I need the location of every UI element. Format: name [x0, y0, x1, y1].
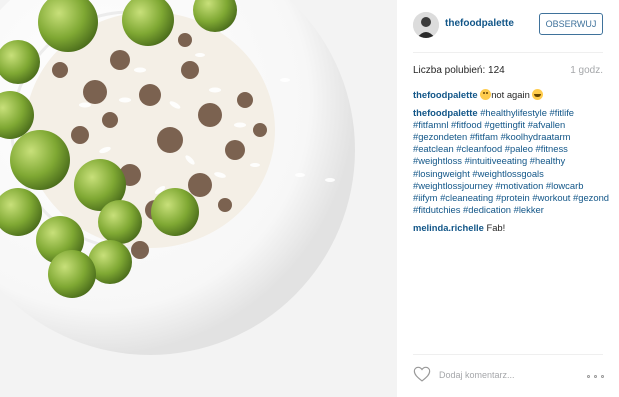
hashtag-comment: thefoodpalette #healthylifestyle #fitlif…	[413, 107, 609, 216]
hashtag-link[interactable]: #losingweight	[413, 168, 470, 179]
hashtag-list: #healthylifestyle #fitlife #fitfamnl #fi…	[413, 107, 609, 215]
hashtag-link[interactable]: #fitfamnl	[413, 119, 448, 130]
post-footer	[397, 356, 619, 397]
hashtag-link[interactable]: #afvallen	[528, 119, 566, 130]
username-link[interactable]: thefoodpalette	[445, 18, 514, 29]
hashtag-link[interactable]: #iifym	[413, 192, 437, 203]
comment-username[interactable]: thefoodpalette	[413, 107, 478, 118]
hashtag-link[interactable]: #gezond	[573, 192, 609, 203]
hashtag-link[interactable]: #fitlife	[550, 107, 575, 118]
comment-username[interactable]: melinda.richelle	[413, 222, 484, 233]
hashtag-link[interactable]: #healthylifestyle	[480, 107, 547, 118]
comment-input[interactable]	[439, 368, 579, 382]
hashtag-link[interactable]: #protein	[496, 192, 530, 203]
avatar[interactable]	[413, 12, 439, 38]
hashtag-link[interactable]: #lekker	[514, 204, 544, 215]
hashtag-link[interactable]: #cleaneating	[440, 192, 493, 203]
hashtag-link[interactable]: #eatclean	[413, 143, 454, 154]
hashtag-link[interactable]: #fitness	[536, 143, 568, 154]
hashtag-link[interactable]: #paleo	[505, 143, 533, 154]
post-side-panel: thefoodpalette OBSERWUJ Liczba polubień:…	[397, 0, 619, 397]
hashtag-link[interactable]: #motivation	[495, 180, 543, 191]
header-divider	[413, 52, 603, 53]
food-image	[0, 0, 397, 397]
grinning-face-emoji-icon	[532, 89, 544, 100]
hashtag-link[interactable]: #weightlossjourney	[413, 180, 493, 191]
comment-username[interactable]: thefoodpalette	[413, 89, 478, 100]
hashtag-link[interactable]: #cleanfood	[456, 143, 502, 154]
weary-face-emoji-icon	[480, 89, 492, 100]
reply-comment: melinda.richelle Fab!	[413, 222, 609, 234]
caption-text: not again	[491, 89, 530, 100]
hashtag-link[interactable]: #gettingfit	[484, 119, 525, 130]
hashtag-link[interactable]: #fitfood	[451, 119, 482, 130]
post-time: 1 godz.	[570, 65, 603, 76]
footer-divider	[413, 354, 603, 355]
post-photo[interactable]	[0, 0, 397, 397]
comment-list: thefoodpalette not again thefoodpalette …	[413, 89, 609, 240]
follow-button[interactable]: OBSERWUJ	[539, 13, 603, 35]
reply-text: Fab!	[486, 221, 506, 233]
hashtag-link[interactable]: #koolhydraatarm	[501, 131, 571, 142]
hashtag-link[interactable]: #workout	[532, 192, 570, 203]
more-options-icon[interactable]	[587, 374, 605, 380]
heart-icon[interactable]	[413, 366, 431, 382]
hashtag-link[interactable]: #intuitiveeating	[465, 155, 528, 166]
hashtag-link[interactable]: #weightlossgoals	[472, 168, 543, 179]
hashtag-link[interactable]: #fitfam	[470, 131, 498, 142]
caption-comment: thefoodpalette not again	[413, 89, 609, 101]
hashtag-link[interactable]: #lowcarb	[546, 180, 584, 191]
hashtag-link[interactable]: #fitdutchies	[413, 204, 460, 215]
post-header: thefoodpalette OBSERWUJ	[397, 0, 619, 52]
hashtag-link[interactable]: #dedication	[463, 204, 511, 215]
hashtag-link[interactable]: #weightloss	[413, 155, 462, 166]
hashtag-link[interactable]: #gezondeten	[413, 131, 467, 142]
hashtag-link[interactable]: #healthy	[530, 155, 565, 166]
likes-count[interactable]: Liczba polubień: 124	[413, 65, 505, 76]
